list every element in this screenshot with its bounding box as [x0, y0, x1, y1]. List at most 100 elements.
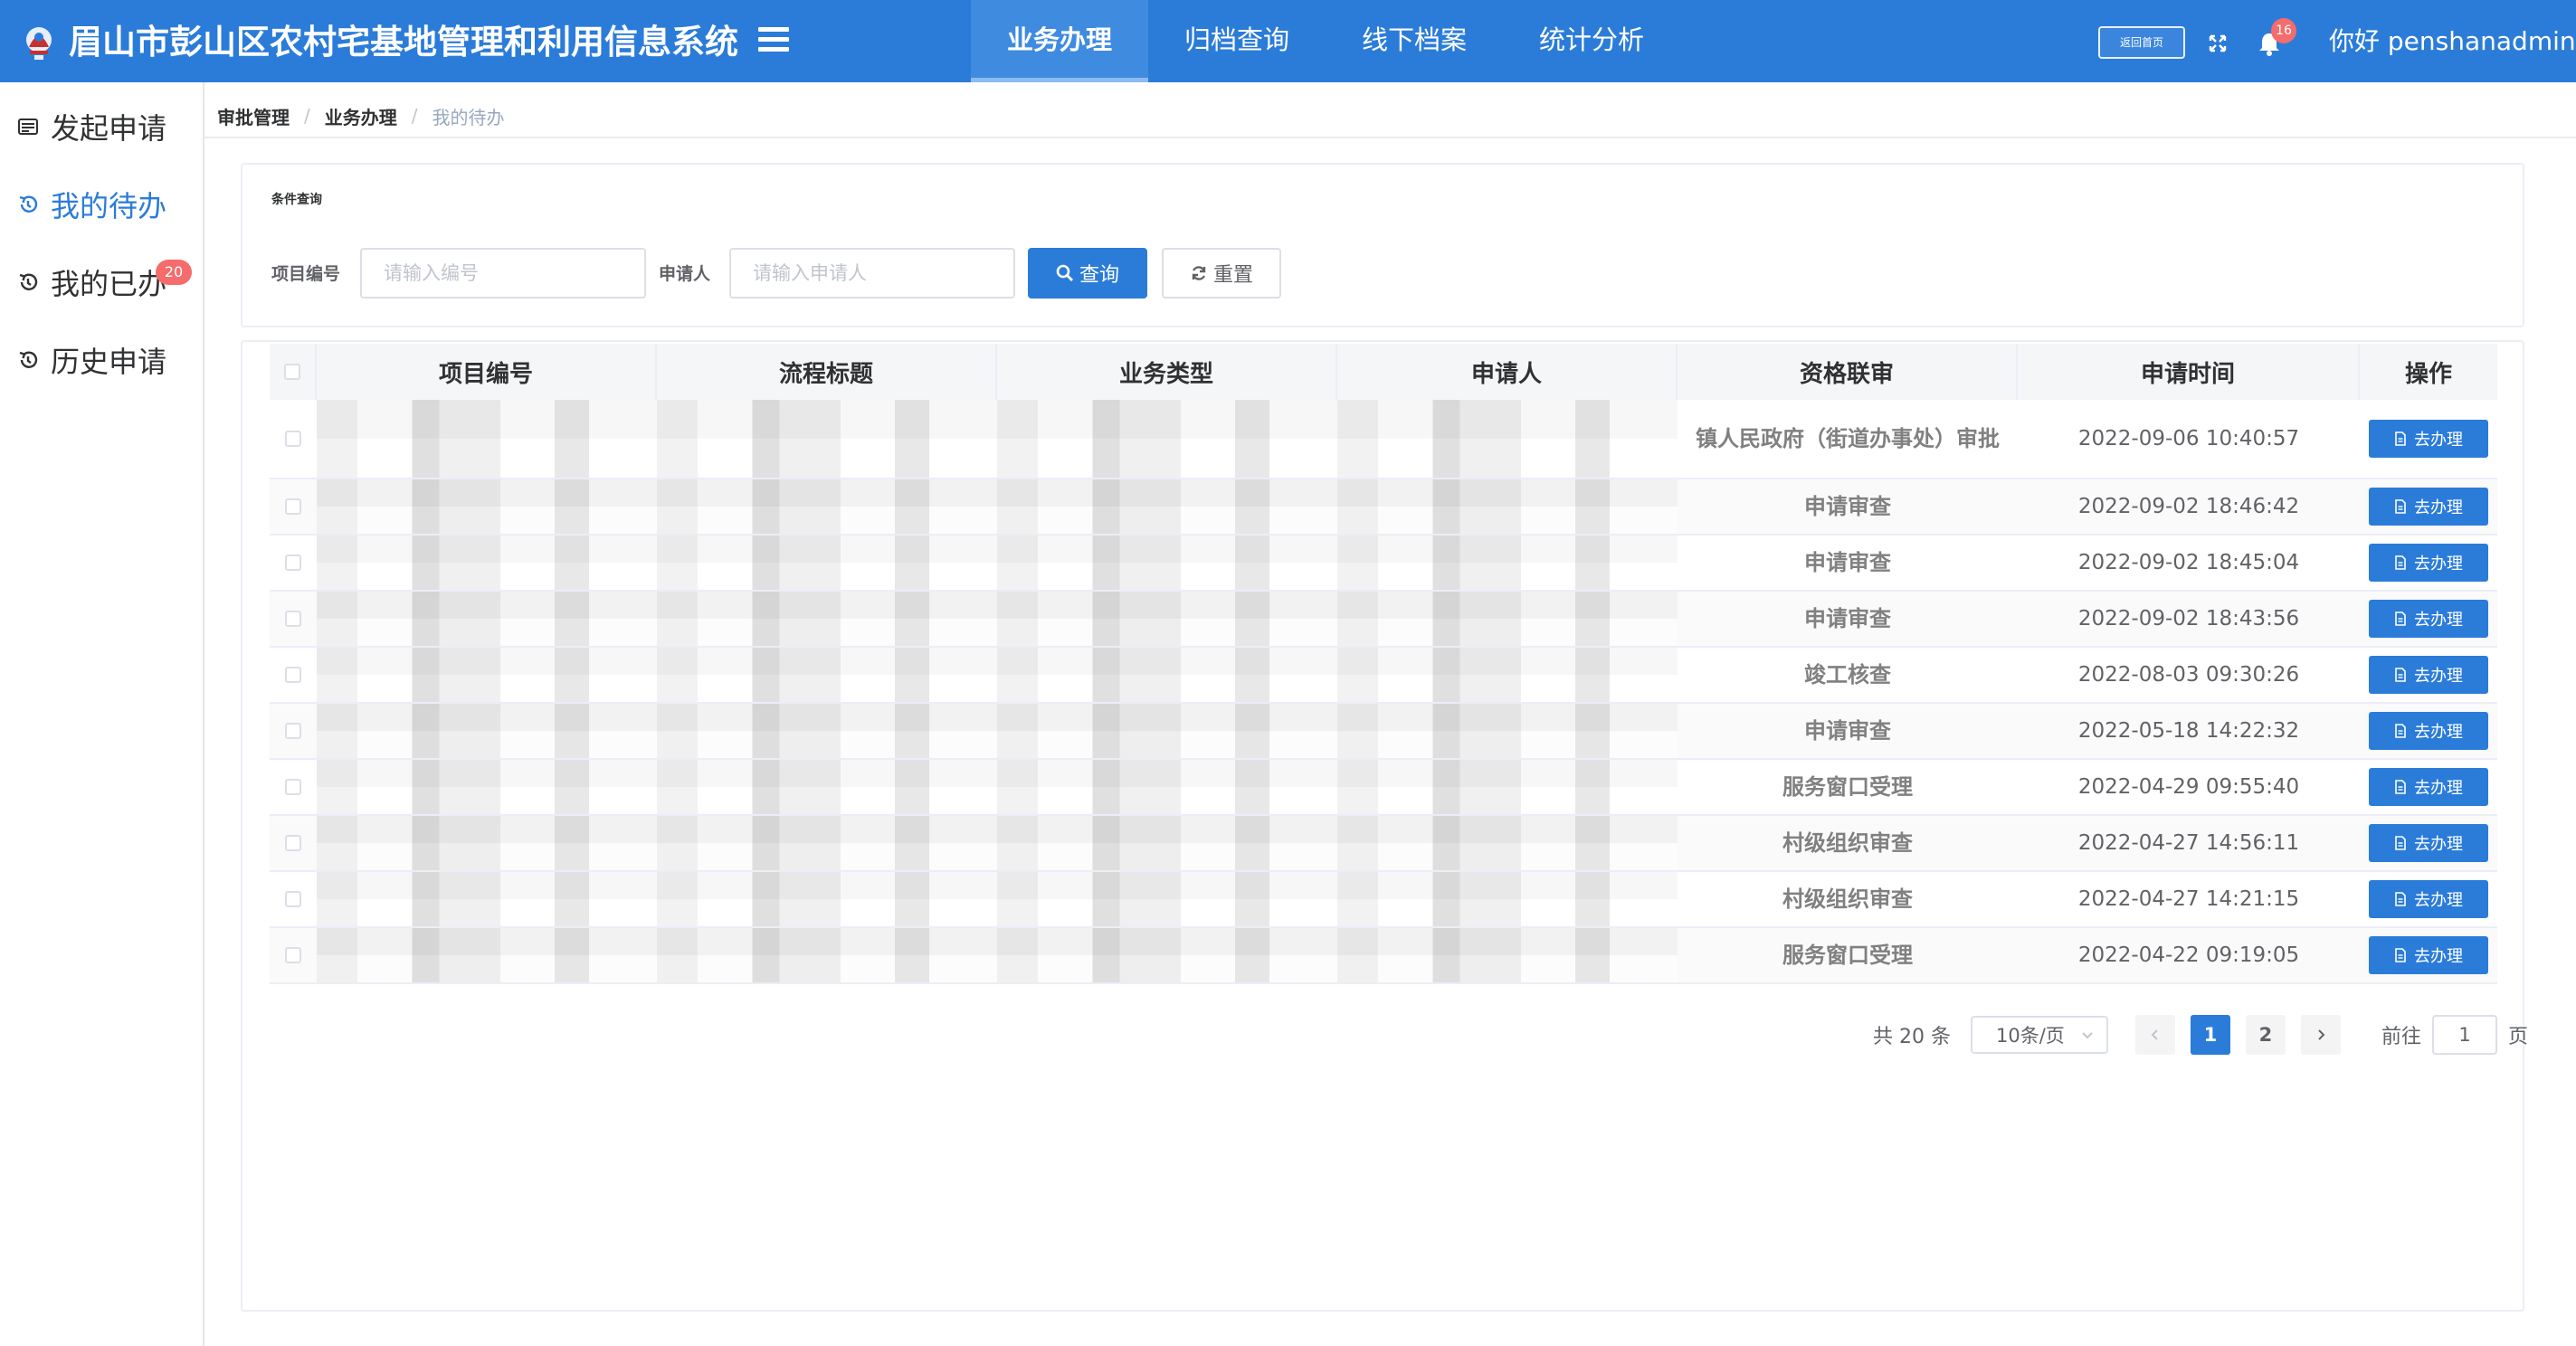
- breadcrumb-business[interactable]: 业务办理: [325, 103, 397, 129]
- applicant-input[interactable]: [729, 248, 1015, 299]
- row-select-cell: [270, 928, 317, 982]
- column-header-flow-title[interactable]: 流程标题: [657, 344, 997, 400]
- document-icon: [2395, 555, 2406, 570]
- business-type-cell-redacted: [997, 400, 1337, 478]
- project-no-cell-redacted: [317, 536, 657, 590]
- sidebar-item-my-done[interactable]: 我的已办 20: [0, 243, 203, 321]
- home-button[interactable]: 返回首页: [2098, 26, 2185, 59]
- column-header-qualification-review[interactable]: 资格联审: [1678, 344, 2018, 400]
- page-2-button[interactable]: 2: [2245, 1015, 2286, 1055]
- business-type-cell-redacted: [997, 704, 1337, 758]
- handle-button[interactable]: 去办理: [2369, 768, 2488, 806]
- table-row[interactable]: 申请审查 2022-09-02 18:45:04 去办理: [270, 536, 2497, 592]
- action-cell: 去办理: [2360, 592, 2497, 646]
- sidebar: 发起申请 我的待办 我的已办 20 历史申请: [0, 82, 204, 1346]
- user-greeting[interactable]: 你好 penshanadmin: [2329, 24, 2576, 60]
- applicant-cell-redacted: [1337, 479, 1678, 534]
- table-row[interactable]: 服务窗口受理 2022-04-29 09:55:40 去办理: [270, 760, 2497, 816]
- select-all-checkbox[interactable]: [284, 364, 300, 380]
- row-checkbox[interactable]: [285, 891, 301, 907]
- nav-business[interactable]: 业务办理: [971, 0, 1149, 82]
- table-row[interactable]: 镇人民政府（街道办事处）审批 2022-09-06 10:40:57 去办理: [270, 400, 2497, 479]
- apply-time-cell: 2022-08-03 09:30:26: [2077, 663, 2300, 687]
- applicant-cell-redacted: [1337, 648, 1678, 702]
- handle-button[interactable]: 去办理: [2369, 656, 2488, 694]
- column-header-applicant[interactable]: 申请人: [1337, 344, 1678, 400]
- table-row[interactable]: 申请审查 2022-09-02 18:46:42 去办理: [270, 479, 2497, 536]
- goto-page-input[interactable]: [2432, 1015, 2497, 1055]
- breadcrumb-divider: [204, 137, 2576, 138]
- handle-button[interactable]: 去办理: [2369, 544, 2488, 582]
- handle-button[interactable]: 去办理: [2369, 880, 2488, 918]
- applicant-cell-redacted: [1337, 816, 1678, 870]
- row-select-cell: [270, 592, 317, 646]
- document-icon: [2395, 892, 2406, 906]
- handle-button[interactable]: 去办理: [2369, 712, 2488, 750]
- project-no-input[interactable]: [360, 248, 646, 299]
- history-icon: [19, 351, 38, 368]
- nav-statistics[interactable]: 统计分析: [1503, 0, 1680, 82]
- page-size-select[interactable]: 10条/页: [1970, 1016, 2108, 1054]
- row-checkbox[interactable]: [285, 498, 301, 515]
- column-header-project-no[interactable]: 项目编号: [317, 344, 657, 400]
- column-header-business-type[interactable]: 业务类型: [997, 344, 1337, 400]
- breadcrumb-approval[interactable]: 审批管理: [217, 103, 290, 129]
- flow-title-cell-redacted: [657, 479, 997, 534]
- done-count-badge: 20: [156, 260, 192, 285]
- row-checkbox[interactable]: [285, 835, 301, 851]
- sidebar-item-new-application[interactable]: 发起申请: [0, 88, 203, 166]
- page-1-button[interactable]: 1: [2190, 1015, 2230, 1055]
- query-panel-title: 条件查询: [271, 193, 322, 207]
- table-row[interactable]: 村级组织审查 2022-04-27 14:21:15 去办理: [270, 872, 2497, 928]
- project-no-cell-redacted: [317, 760, 657, 814]
- applicant-cell-redacted: [1337, 536, 1678, 590]
- row-checkbox[interactable]: [285, 947, 301, 963]
- row-checkbox[interactable]: [285, 779, 301, 795]
- fullscreen-icon[interactable]: [2208, 33, 2228, 53]
- apply-time-cell: 2022-04-27 14:21:15: [2077, 887, 2300, 911]
- business-type-cell-redacted: [997, 592, 1337, 646]
- row-checkbox[interactable]: [285, 555, 301, 571]
- breadcrumb: 审批管理 / 业务办理 / 我的待办: [217, 101, 505, 130]
- action-cell: 去办理: [2360, 816, 2497, 870]
- prev-page-button[interactable]: [2134, 1015, 2175, 1055]
- action-cell: 去办理: [2360, 479, 2497, 534]
- next-page-button[interactable]: [2300, 1015, 2341, 1055]
- sidebar-item-my-todo[interactable]: 我的待办: [0, 166, 203, 243]
- qualification-review-cell: 申请审查: [1804, 550, 1891, 575]
- applicant-cell-redacted: [1337, 760, 1678, 814]
- handle-button[interactable]: 去办理: [2369, 824, 2488, 862]
- row-checkbox[interactable]: [285, 723, 301, 739]
- applicant-cell-redacted: [1337, 872, 1678, 926]
- breadcrumb-separator: /: [304, 105, 310, 127]
- handle-button[interactable]: 去办理: [2369, 488, 2488, 526]
- row-checkbox[interactable]: [285, 667, 301, 683]
- sidebar-item-history[interactable]: 历史申请: [0, 321, 203, 399]
- top-header: 眉山市彭山区农村宅基地管理和利用信息系统 业务办理 归档查询 线下档案 统计分析…: [0, 0, 2576, 82]
- column-header-apply-time[interactable]: 申请时间: [2018, 344, 2360, 400]
- nav-archive-query[interactable]: 归档查询: [1148, 0, 1326, 82]
- apply-time-cell: 2022-09-02 18:43:56: [2077, 607, 2300, 630]
- table-row[interactable]: 申请审查 2022-09-02 18:43:56 去办理: [270, 592, 2497, 648]
- handle-button[interactable]: 去办理: [2369, 420, 2488, 458]
- handle-button[interactable]: 去办理: [2369, 936, 2488, 974]
- table-row[interactable]: 村级组织审查 2022-04-27 14:56:11 去办理: [270, 816, 2497, 872]
- query-panel: 条件查询 项目编号 申请人 查询 重置: [241, 163, 2524, 327]
- row-checkbox[interactable]: [285, 611, 301, 627]
- project-no-cell-redacted: [317, 479, 657, 534]
- row-checkbox[interactable]: [285, 431, 301, 447]
- row-select-cell: [270, 760, 317, 814]
- project-no-cell-redacted: [317, 816, 657, 870]
- qualification-review-cell: 服务窗口受理: [1782, 943, 1913, 968]
- table-row[interactable]: 服务窗口受理 2022-04-22 09:19:05 去办理: [270, 928, 2497, 984]
- table-row[interactable]: 竣工核查 2022-08-03 09:30:26 去办理: [270, 648, 2497, 704]
- qualification-review-cell: 竣工核查: [1804, 662, 1891, 687]
- search-button[interactable]: 查询: [1028, 248, 1147, 299]
- nav-offline-archive[interactable]: 线下档案: [1326, 0, 1503, 82]
- table-row[interactable]: 申请审查 2022-05-18 14:22:32 去办理: [270, 704, 2497, 760]
- menu-toggle-icon[interactable]: [758, 27, 789, 54]
- project-no-cell-redacted: [317, 704, 657, 758]
- reset-button[interactable]: 重置: [1162, 248, 1281, 299]
- handle-button[interactable]: 去办理: [2369, 600, 2488, 638]
- flow-title-cell-redacted: [657, 592, 997, 646]
